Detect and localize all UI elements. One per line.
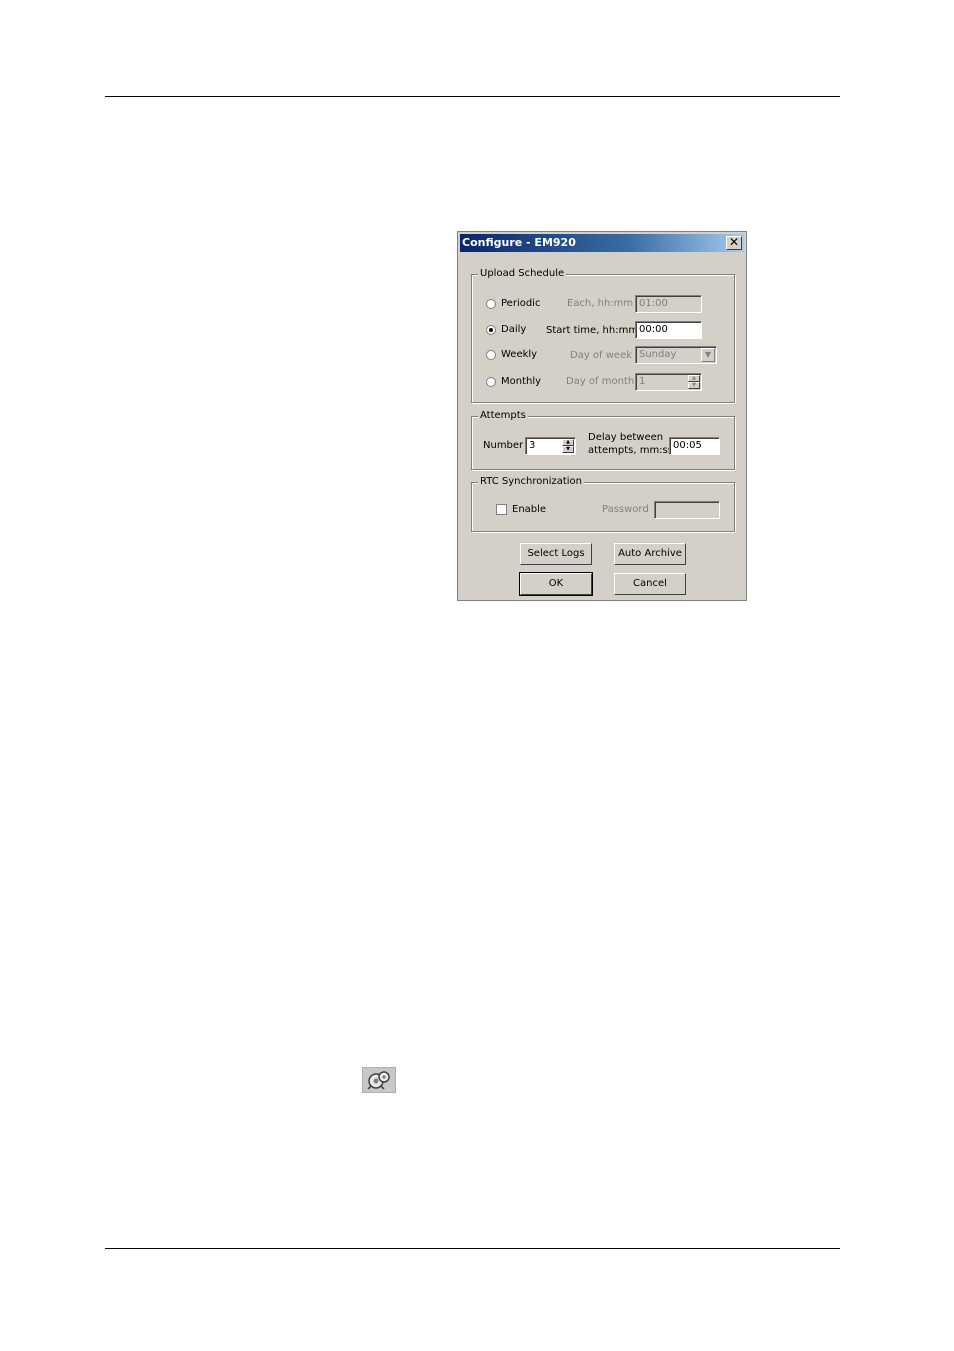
- configure-gear-icon[interactable]: [362, 1067, 396, 1093]
- close-icon[interactable]: ✕: [726, 236, 742, 250]
- day-of-week-value: Sunday: [639, 349, 677, 360]
- enable-label: Enable: [512, 504, 547, 515]
- auto-archive-button[interactable]: Auto Archive: [614, 543, 686, 565]
- monthly-radio[interactable]: [486, 377, 496, 387]
- weekly-label: Weekly: [501, 349, 538, 360]
- spin-down-icon[interactable]: ▼: [562, 446, 574, 453]
- configure-dialog: Configure - EM920 ✕ Upload Schedule Peri…: [457, 231, 747, 601]
- number-label: Number: [483, 440, 524, 451]
- attempts-group: Attempts Number 3 ▲ ▼ Delay between attem…: [471, 410, 735, 470]
- delay-label-line1: Delay between: [588, 432, 664, 443]
- day-of-month-value: 1: [639, 376, 646, 387]
- header-rule: [105, 96, 840, 97]
- spin-up-icon[interactable]: ▲: [562, 439, 574, 446]
- spin-up-icon[interactable]: ▲: [688, 375, 700, 382]
- each-hhmm-input[interactable]: 01:00: [635, 295, 702, 313]
- password-input[interactable]: [654, 501, 720, 519]
- footer-rule: [105, 1248, 840, 1249]
- periodic-radio[interactable]: [486, 299, 496, 309]
- dialog-title: Configure - EM920: [462, 236, 576, 249]
- rtc-group: RTC Synchronization Enable Password: [471, 476, 735, 532]
- day-of-week-label: Day of week: [570, 350, 633, 361]
- start-time-input[interactable]: 00:00: [635, 321, 702, 339]
- attempts-legend: Attempts: [478, 410, 528, 421]
- monthly-label: Monthly: [501, 376, 542, 387]
- weekly-radio[interactable]: [486, 350, 496, 360]
- day-of-month-stepper[interactable]: 1 ▲ ▼: [635, 373, 702, 391]
- start-time-label: Start time, hh:mm: [546, 325, 639, 336]
- daily-label: Daily: [501, 324, 527, 335]
- chevron-down-icon[interactable]: ▼: [701, 348, 715, 362]
- daily-radio[interactable]: [486, 325, 496, 335]
- upload-schedule-group: Upload Schedule Periodic Each, hh:mm 01:…: [471, 268, 735, 403]
- day-of-week-select[interactable]: Sunday ▼: [635, 346, 717, 364]
- dialog-titlebar: Configure - EM920 ✕: [460, 234, 744, 252]
- attempts-number-value: 3: [529, 440, 536, 451]
- delay-label-line2: attempts, mm:ss: [588, 445, 673, 456]
- enable-checkbox[interactable]: [496, 504, 507, 515]
- spin-down-icon[interactable]: ▼: [688, 382, 700, 389]
- rtc-legend: RTC Synchronization: [478, 476, 585, 487]
- password-label: Password: [602, 504, 649, 515]
- delay-input[interactable]: 00:05: [669, 437, 720, 455]
- attempts-number-stepper[interactable]: 3 ▲ ▼: [525, 437, 576, 455]
- each-hhmm-label: Each, hh:mm: [567, 298, 634, 309]
- periodic-label: Periodic: [501, 298, 541, 309]
- configure-gear-icon-graphic: [367, 1071, 390, 1090]
- upload-schedule-legend: Upload Schedule: [478, 268, 567, 279]
- ok-button[interactable]: OK: [519, 572, 593, 596]
- cancel-button[interactable]: Cancel: [614, 573, 686, 595]
- day-of-month-spin[interactable]: ▲ ▼: [688, 375, 700, 389]
- day-of-month-label: Day of month: [566, 376, 635, 387]
- select-logs-button[interactable]: Select Logs: [520, 543, 592, 565]
- attempts-spin[interactable]: ▲ ▼: [562, 439, 574, 453]
